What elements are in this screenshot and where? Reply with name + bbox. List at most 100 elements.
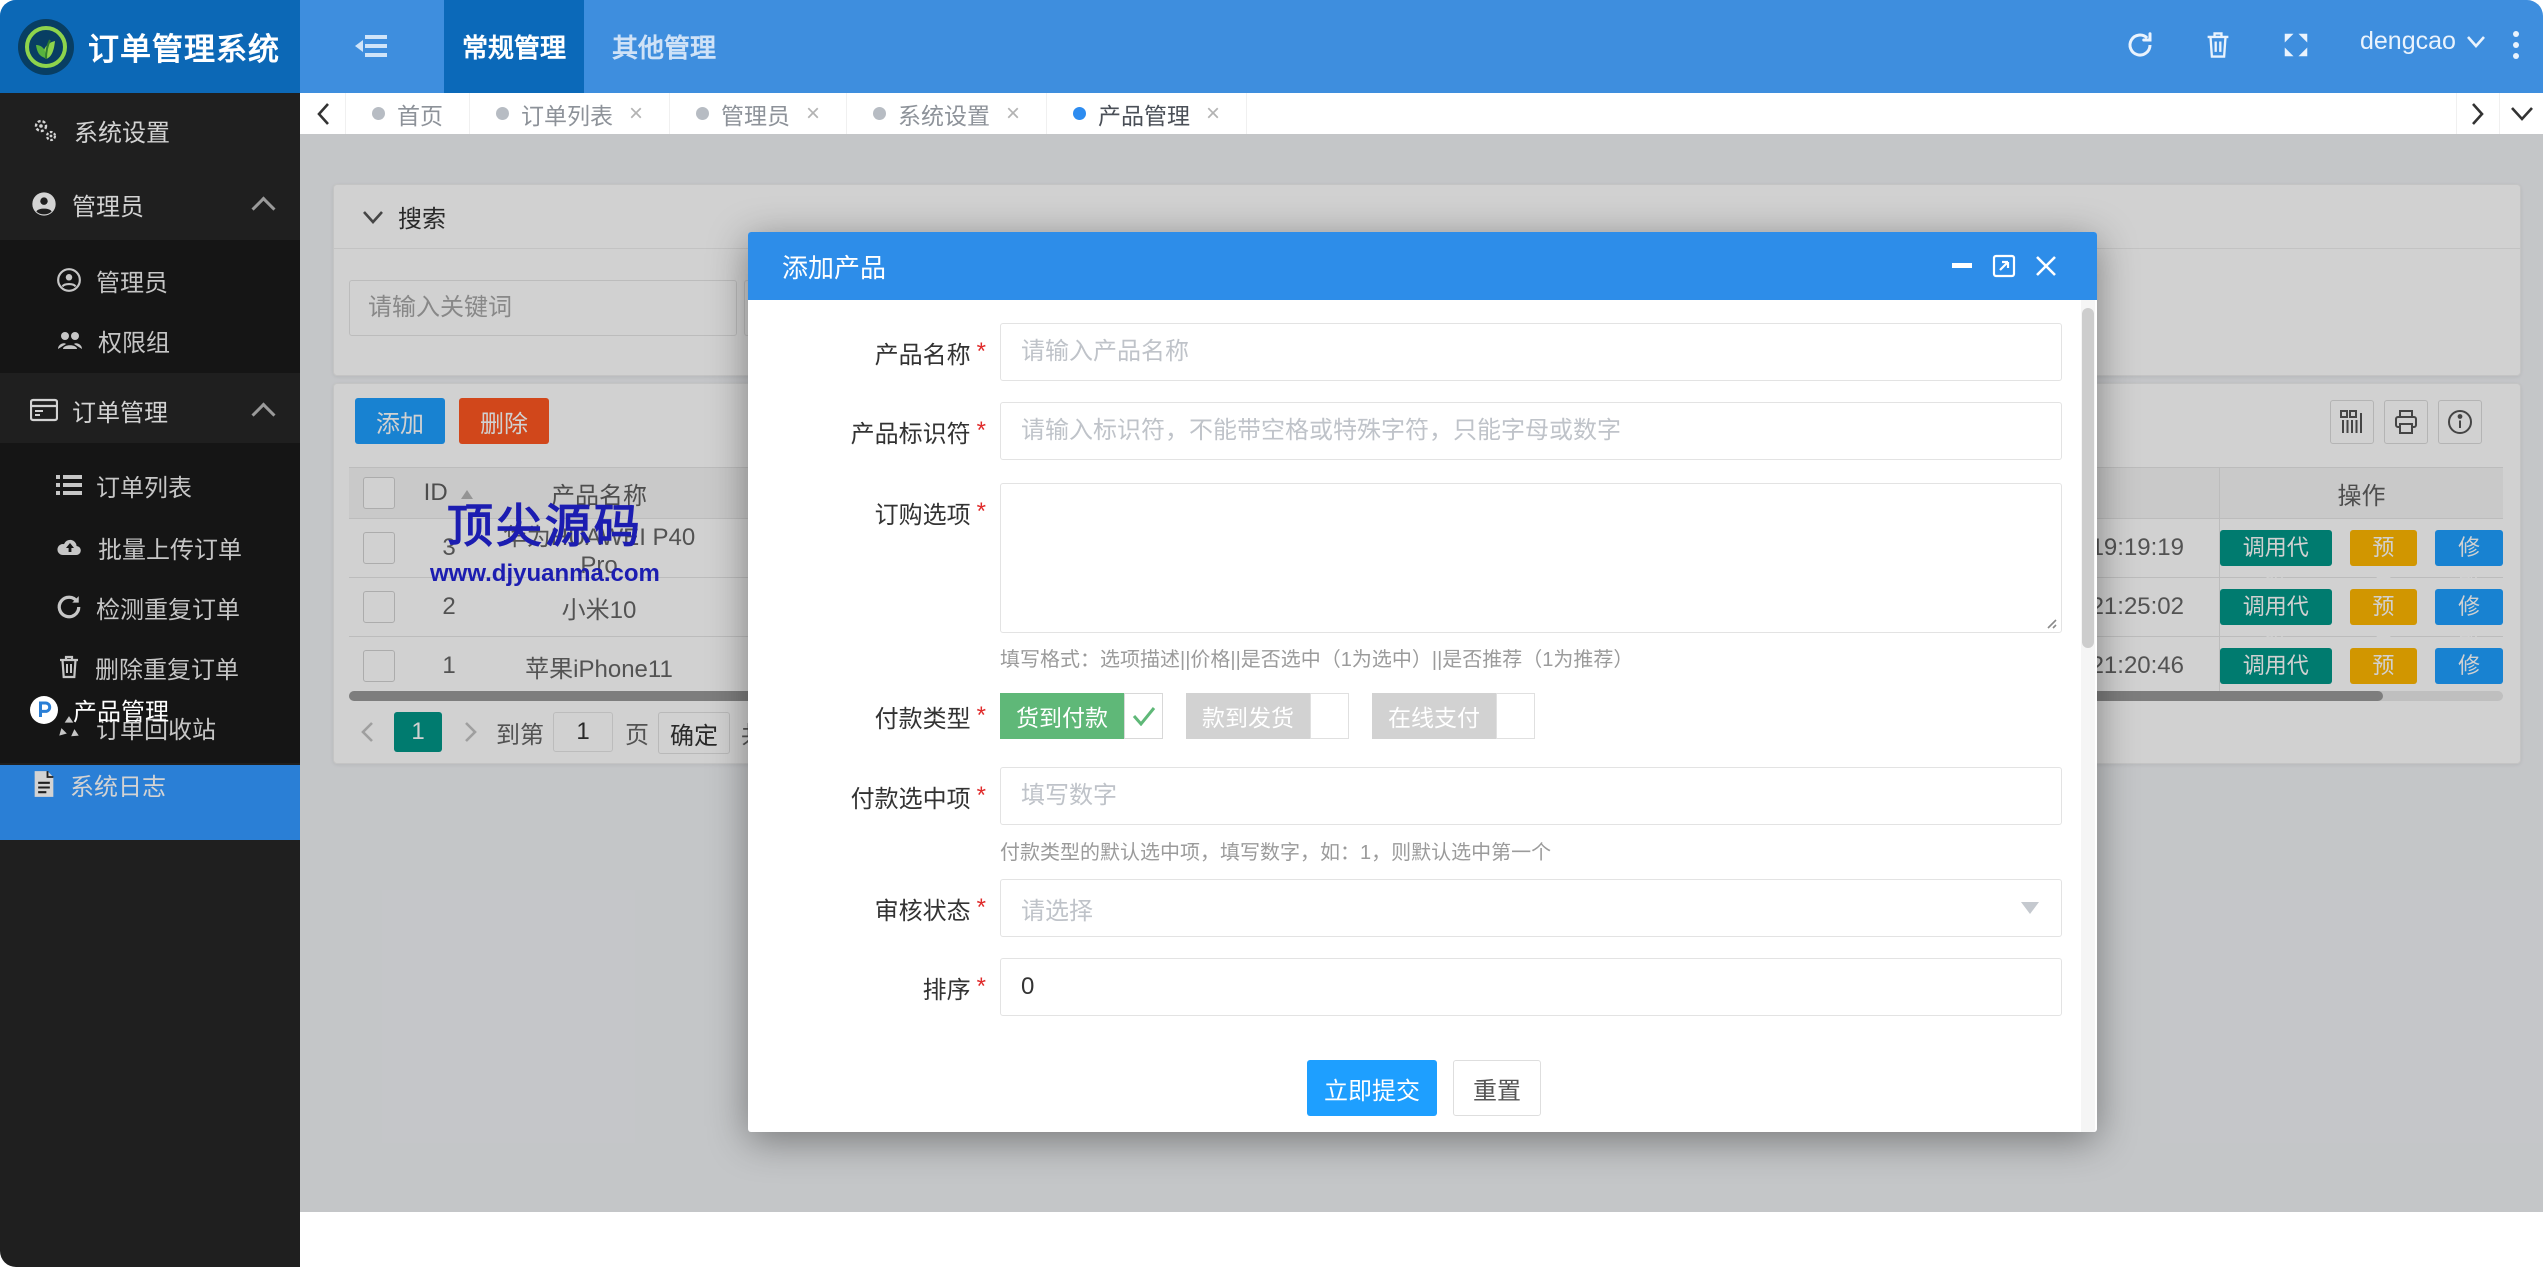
tab-label: 系统设置 bbox=[898, 97, 990, 131]
required-asterisk: * bbox=[977, 894, 986, 922]
status-select[interactable]: 请选择 bbox=[1000, 879, 2062, 937]
select-caret-icon bbox=[2021, 902, 2039, 914]
tab-dot bbox=[496, 107, 509, 120]
list-icon bbox=[56, 474, 82, 496]
sidebar-item-admin-group[interactable]: 管理员 bbox=[0, 167, 300, 241]
refresh-check-icon bbox=[56, 594, 82, 620]
check-icon bbox=[1132, 706, 1156, 726]
tab-order-list[interactable]: 订单列表 × bbox=[470, 93, 670, 134]
field-label-status: 审核状态 * bbox=[748, 879, 986, 937]
tabbar-menu-button[interactable] bbox=[2499, 93, 2543, 134]
sidebar-item-label: 批量上传订单 bbox=[98, 530, 242, 565]
order-options-textarea[interactable] bbox=[1000, 483, 2062, 633]
close-icon[interactable] bbox=[2029, 249, 2063, 283]
chevron-down-icon bbox=[2466, 35, 2486, 49]
tab-label: 订单列表 bbox=[521, 97, 613, 131]
order-card-icon bbox=[30, 398, 58, 422]
app-logo bbox=[18, 19, 74, 75]
tab-home[interactable]: 首页 bbox=[346, 93, 470, 134]
leaf-logo-icon bbox=[24, 25, 68, 69]
paytype-switch-group: 货到付款 款到发货 在线支付 bbox=[1000, 693, 1535, 739]
sidebar-item-label: 管理员 bbox=[72, 187, 144, 222]
options-format-hint: 填写格式：选项描述||价格||是否选中（1为选中）||是否推荐（1为推荐） bbox=[1000, 643, 1633, 672]
sidebar-item-system-log[interactable]: 系统日志 bbox=[0, 747, 300, 821]
reset-button[interactable]: 重置 bbox=[1453, 1060, 1541, 1116]
collapse-sidebar-icon[interactable] bbox=[352, 26, 392, 66]
tab-close-icon[interactable]: × bbox=[1006, 100, 1020, 128]
paytype-switch-online[interactable]: 在线支付 bbox=[1372, 693, 1535, 739]
resize-handle-icon[interactable] bbox=[2043, 615, 2057, 629]
modal-scrollbar-thumb[interactable] bbox=[2082, 308, 2094, 648]
sidebar-item-label: 管理员 bbox=[96, 263, 168, 298]
minimize-icon[interactable] bbox=[1945, 249, 1979, 283]
tab-close-icon[interactable]: × bbox=[1206, 100, 1220, 128]
payselect-hint: 付款类型的默认选中项，填写数字，如：1，则默认选中第一个 bbox=[1000, 836, 1551, 865]
switch-label: 款到发货 bbox=[1186, 693, 1310, 739]
required-asterisk: * bbox=[977, 973, 986, 1001]
app-header: 订单管理系统 常规管理 其他管理 dengcao bbox=[0, 0, 2543, 93]
required-asterisk: * bbox=[977, 782, 986, 810]
product-ident-input[interactable] bbox=[1000, 402, 2062, 460]
page-tabbar: 首页 订单列表 × 管理员 × 系统设置 × 产品管理 × bbox=[300, 93, 2543, 135]
modal-header[interactable]: 添加产品 bbox=[748, 232, 2097, 300]
paytype-switch-prepay[interactable]: 款到发货 bbox=[1186, 693, 1349, 739]
sidebar-item-label: 订单管理 bbox=[72, 393, 168, 428]
tab-label: 管理员 bbox=[721, 97, 790, 131]
field-label-sort: 排序 * bbox=[748, 958, 986, 1016]
tab-close-icon[interactable]: × bbox=[629, 100, 643, 128]
kebab-menu-icon[interactable] bbox=[2496, 25, 2536, 65]
payselect-input[interactable] bbox=[1000, 767, 2062, 825]
required-asterisk: * bbox=[977, 702, 986, 730]
submit-button[interactable]: 立即提交 bbox=[1307, 1060, 1437, 1116]
topnav-tab-other[interactable]: 其他管理 bbox=[584, 0, 744, 93]
topnav-tab-general[interactable]: 常规管理 bbox=[444, 0, 584, 93]
sidebar-item-label: 权限组 bbox=[98, 323, 170, 358]
add-product-modal: 添加产品 产品名称 * 产品标识符 * 订购选项 * bbox=[748, 232, 2097, 1132]
product-name-input[interactable] bbox=[1000, 323, 2062, 381]
tab-label: 首页 bbox=[397, 97, 443, 131]
tabbar-prev-button[interactable] bbox=[300, 93, 346, 134]
field-label-paytype: 付款类型 * bbox=[748, 693, 986, 739]
user-group-icon bbox=[56, 327, 84, 353]
required-asterisk: * bbox=[977, 338, 986, 366]
tab-product-management[interactable]: 产品管理 × bbox=[1047, 93, 1247, 134]
product-p-icon bbox=[29, 695, 59, 725]
fullscreen-icon[interactable] bbox=[2276, 25, 2316, 65]
sidebar-item-order-group[interactable]: 订单管理 bbox=[0, 373, 300, 447]
sidebar-item-order-list[interactable]: 订单列表 bbox=[0, 455, 300, 515]
tabbar-next-button[interactable] bbox=[2456, 93, 2499, 134]
paytype-switch-cod[interactable]: 货到付款 bbox=[1000, 693, 1163, 739]
user-menu[interactable]: dengcao bbox=[2360, 27, 2486, 56]
user-circle-icon bbox=[56, 267, 82, 293]
field-label-options: 订购选项 * bbox=[748, 483, 986, 541]
field-label-name: 产品名称 * bbox=[748, 323, 986, 381]
sidebar-item-permission-group[interactable]: 权限组 bbox=[0, 310, 300, 370]
modal-scrollbar-track[interactable] bbox=[2081, 300, 2095, 1132]
tab-close-icon[interactable]: × bbox=[806, 100, 820, 128]
sidebar-item-admin[interactable]: 管理员 bbox=[0, 250, 300, 310]
tab-dot bbox=[696, 107, 709, 120]
tab-system-settings[interactable]: 系统设置 × bbox=[847, 93, 1047, 134]
switch-label: 货到付款 bbox=[1000, 693, 1124, 739]
sidebar-item-system-settings[interactable]: 系统设置 bbox=[0, 93, 300, 167]
sidebar-item-product-management[interactable]: 产品管理 bbox=[0, 672, 300, 747]
tab-dot bbox=[372, 107, 385, 120]
trash-icon[interactable] bbox=[2198, 25, 2238, 65]
refresh-icon[interactable] bbox=[2120, 25, 2160, 65]
app-title: 订单管理系统 bbox=[88, 24, 280, 69]
sidebar-item-detect-duplicates[interactable]: 检测重复订单 bbox=[0, 577, 300, 637]
tab-admin[interactable]: 管理员 × bbox=[670, 93, 847, 134]
gears-icon bbox=[30, 116, 60, 144]
sidebar-item-label: 检测重复订单 bbox=[96, 590, 240, 625]
modal-title: 添加产品 bbox=[782, 248, 886, 285]
sidebar-item-label: 产品管理 bbox=[73, 692, 169, 727]
chevron-up-icon bbox=[251, 196, 275, 220]
tab-dot bbox=[873, 107, 886, 120]
sidebar-item-batch-upload[interactable]: 批量上传订单 bbox=[0, 517, 300, 577]
switch-label: 在线支付 bbox=[1372, 693, 1496, 739]
cloud-upload-icon bbox=[56, 535, 84, 559]
sort-input[interactable] bbox=[1000, 958, 2062, 1016]
maximize-icon[interactable] bbox=[1987, 249, 2021, 283]
field-label-ident: 产品标识符 * bbox=[748, 402, 986, 460]
required-asterisk: * bbox=[977, 498, 986, 526]
